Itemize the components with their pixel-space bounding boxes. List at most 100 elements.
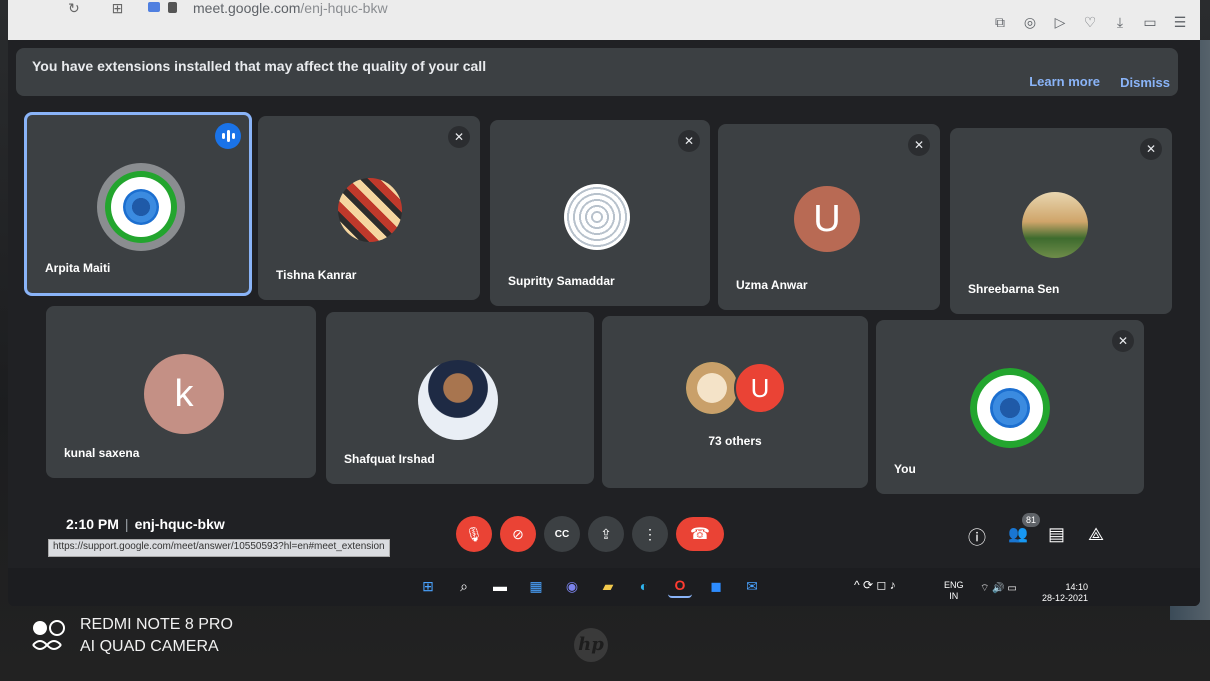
participant-tile-shreebarna[interactable]: ✕ Shreebarna Sen bbox=[950, 128, 1172, 314]
mic-off-icon: ✕ bbox=[678, 130, 700, 152]
window-icon[interactable]: ▭ bbox=[1142, 14, 1158, 31]
participant-tile-supritty[interactable]: ✕ Supritty Samaddar bbox=[490, 120, 710, 306]
taskbar-clock[interactable]: 14:10 28-12-2021 bbox=[1042, 582, 1088, 604]
mic-off-icon: ✕ bbox=[1112, 330, 1134, 352]
avatar: U bbox=[794, 186, 860, 252]
banner-message: You have extensions installed that may a… bbox=[32, 58, 487, 74]
language-indicator[interactable]: ENG IN bbox=[944, 580, 964, 602]
avatar bbox=[564, 184, 630, 250]
menu-icon[interactable]: ☰ bbox=[1172, 14, 1188, 31]
system-tray-icons[interactable]: ^ ⟳ ◻ ♪ bbox=[854, 578, 896, 592]
captions-icon: CC bbox=[554, 528, 570, 540]
avatar bbox=[97, 163, 185, 251]
lang-bottom: IN bbox=[949, 591, 959, 601]
camera-watermark: REDMI NOTE 8 PRO AI QUAD CAMERA bbox=[80, 614, 233, 658]
pip-icon[interactable]: ⧉ bbox=[992, 14, 1008, 31]
info-icon[interactable]: ⓘ bbox=[968, 524, 986, 550]
meeting-details: 2:10 PM | enj-hquc-bkw bbox=[66, 516, 225, 532]
meeting-time: 2:10 PM bbox=[66, 516, 119, 532]
widgets-icon[interactable]: ▦ bbox=[524, 574, 548, 598]
dismiss-button[interactable]: Dismiss bbox=[1120, 75, 1170, 90]
opera-icon[interactable]: O bbox=[668, 574, 692, 598]
participant-name: Uzma Anwar bbox=[736, 278, 808, 292]
present-icon: ⇪ bbox=[600, 525, 612, 542]
mic-off-icon: ✕ bbox=[1140, 138, 1162, 160]
camera-watermark-icon bbox=[32, 620, 65, 650]
emblem-icon bbox=[970, 368, 1050, 448]
hang-up-icon: ☎ bbox=[690, 526, 710, 543]
link-status-tooltip: https://support.google.com/meet/answer/1… bbox=[48, 539, 390, 557]
address-bar[interactable]: meet.google.com/enj-hquc-bkw bbox=[193, 0, 388, 16]
taskbar: ⊞ ⌕ ▬ ▦ ◉ ▰ ◐ O ◼ ✉ ^ ⟳ ◻ ♪ ENG IN ⌔ 🔊 ▭… bbox=[8, 568, 1200, 606]
mail-icon[interactable]: ✉ bbox=[740, 574, 764, 598]
chat-icon[interactable]: ▤ bbox=[1048, 524, 1065, 545]
participant-name: Shafquat Irshad bbox=[344, 452, 435, 466]
participant-name: Arpita Maiti bbox=[45, 261, 111, 275]
participant-tile-kunal[interactable]: k kunal saxena bbox=[46, 306, 316, 478]
camera-icon[interactable]: ◎ bbox=[1022, 14, 1038, 31]
participant-tile-uzma[interactable]: ✕ U Uzma Anwar bbox=[718, 124, 940, 310]
participant-name: Shreebarna Sen bbox=[968, 282, 1060, 296]
separator: | bbox=[124, 516, 129, 532]
file-explorer-icon[interactable]: ▰ bbox=[596, 574, 620, 598]
screen: ↻ ⊞ meet.google.com/enj-hquc-bkw ⧉ ◎ ▷ ♡… bbox=[8, 0, 1200, 606]
avatar bbox=[418, 360, 498, 440]
people-icon[interactable]: 👥 bbox=[1008, 524, 1028, 544]
camera-toggle-button[interactable]: ⊘ bbox=[500, 516, 536, 552]
participant-tile-others[interactable]: U 73 others bbox=[602, 316, 868, 488]
browser-toolbar: ↻ ⊞ meet.google.com/enj-hquc-bkw ⧉ ◎ ▷ ♡… bbox=[8, 0, 1200, 40]
chat-app-icon[interactable]: ◉ bbox=[560, 574, 584, 598]
avatar: U bbox=[734, 362, 786, 414]
camera-off-icon: ⊘ bbox=[512, 525, 524, 542]
participant-tile-you[interactable]: ✕ You bbox=[876, 320, 1144, 494]
hp-logo: hp bbox=[574, 628, 608, 662]
participant-tile-arpita[interactable]: Arpita Maiti bbox=[24, 112, 252, 296]
watermark-line1: REDMI NOTE 8 PRO bbox=[80, 616, 233, 633]
participant-tile-shafquat[interactable]: Shafquat Irshad bbox=[326, 312, 594, 484]
participant-name: You bbox=[894, 462, 916, 476]
people-count-badge: 81 bbox=[1022, 513, 1040, 527]
clock-time: 14:10 bbox=[1065, 582, 1089, 592]
participant-tile-tishna[interactable]: ✕ Tishna Kanrar bbox=[258, 116, 480, 300]
learn-more-link[interactable]: Learn more bbox=[1029, 74, 1100, 89]
search-icon[interactable]: ⌕ bbox=[452, 574, 476, 598]
edge-icon[interactable]: ◐ bbox=[632, 574, 656, 598]
zoom-icon[interactable]: ◼ bbox=[704, 574, 728, 598]
avatar bbox=[686, 362, 738, 414]
others-count: 73 others bbox=[708, 434, 762, 448]
mic-off-icon: ✕ bbox=[448, 126, 470, 148]
leave-call-button[interactable]: ☎ bbox=[676, 517, 724, 551]
taskbar-apps: ⊞ ⌕ ▬ ▦ ◉ ▰ ◐ O ◼ ✉ bbox=[416, 574, 764, 598]
browser-toolbar-icons: ⧉ ◎ ▷ ♡ ⤓ ▭ ☰ bbox=[992, 14, 1188, 31]
avatar bbox=[338, 178, 402, 242]
participant-name: Tishna Kanrar bbox=[276, 268, 357, 282]
present-button[interactable]: ⇪ bbox=[588, 516, 624, 552]
lock-icon[interactable] bbox=[168, 2, 177, 13]
activities-icon[interactable]: ⟁ bbox=[1088, 524, 1104, 545]
download-icon[interactable]: ⤓ bbox=[1112, 14, 1128, 31]
mic-off-icon: 🎙 bbox=[465, 525, 483, 542]
heart-icon[interactable]: ♡ bbox=[1082, 14, 1098, 31]
network-volume-battery-icons[interactable]: ⌔ 🔊 ▭ bbox=[980, 582, 1017, 595]
favicon-icon bbox=[148, 2, 160, 12]
emblem-icon bbox=[105, 171, 177, 243]
captions-button[interactable]: CC bbox=[544, 516, 580, 552]
task-view-icon[interactable]: ▬ bbox=[488, 574, 512, 598]
url-host: meet.google.com bbox=[193, 0, 301, 16]
avatar: k bbox=[144, 354, 224, 434]
extension-warning-banner: You have extensions installed that may a… bbox=[16, 48, 1178, 96]
more-options-button[interactable]: ⋮ bbox=[632, 516, 668, 552]
meeting-code[interactable]: enj-hquc-bkw bbox=[135, 516, 225, 532]
mic-toggle-button[interactable]: 🎙 bbox=[456, 516, 492, 552]
reload-icon[interactable]: ↻ ⊞ bbox=[68, 0, 137, 17]
avatar bbox=[970, 368, 1050, 448]
speaking-indicator-icon bbox=[215, 123, 241, 149]
avatar bbox=[1022, 192, 1088, 258]
clock-date: 28-12-2021 bbox=[1042, 593, 1089, 603]
start-icon[interactable]: ⊞ bbox=[416, 574, 440, 598]
more-vertical-icon: ⋮ bbox=[643, 525, 657, 542]
mic-off-icon: ✕ bbox=[908, 134, 930, 156]
play-icon[interactable]: ▷ bbox=[1052, 14, 1068, 31]
watermark-line2: AI QUAD CAMERA bbox=[80, 638, 219, 655]
participant-name: kunal saxena bbox=[64, 446, 140, 460]
